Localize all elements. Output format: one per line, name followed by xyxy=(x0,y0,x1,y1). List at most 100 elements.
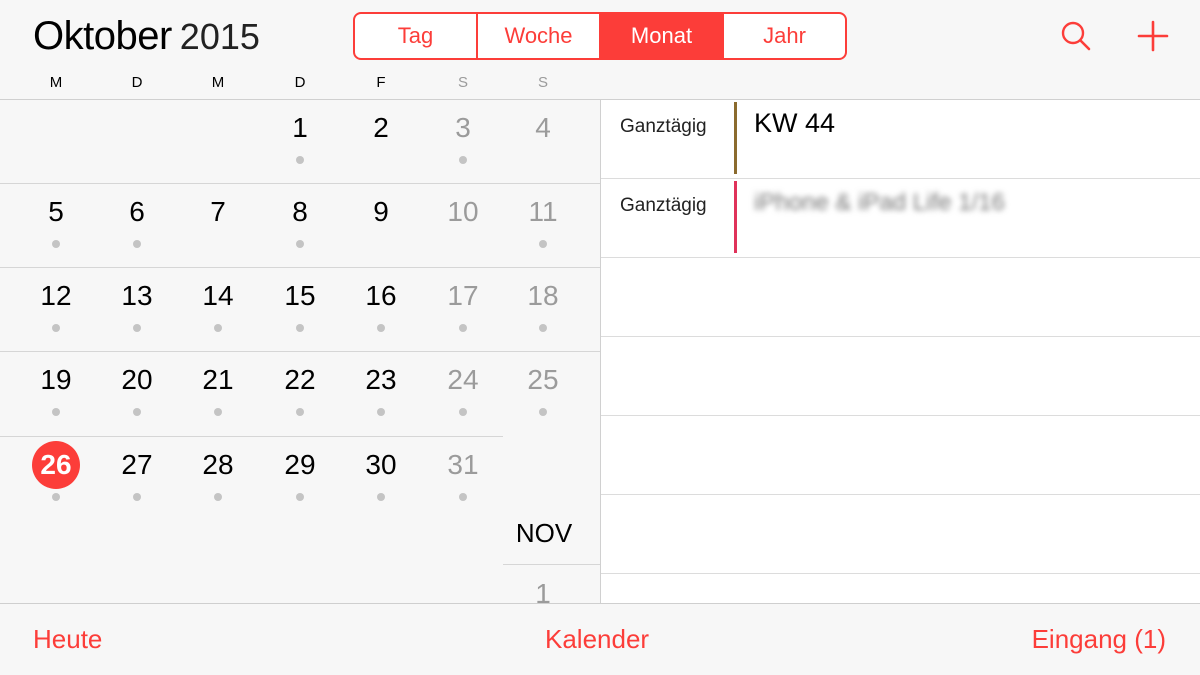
week-divider xyxy=(503,564,600,565)
add-event-button[interactable] xyxy=(1131,14,1175,58)
next-month-label: NOV xyxy=(515,518,573,548)
weekday-label: S xyxy=(457,74,468,91)
day-cell[interactable]: 20 xyxy=(97,352,177,436)
event-dot xyxy=(539,408,547,416)
weekday-label: S xyxy=(537,74,548,91)
day-number: 3 xyxy=(455,112,471,143)
day-number: 21 xyxy=(202,364,234,395)
calendars-button[interactable]: Kalender xyxy=(545,624,649,655)
day-cell[interactable]: 25 xyxy=(503,352,583,436)
event-dot xyxy=(296,493,304,501)
tab-year[interactable]: Jahr xyxy=(724,14,845,58)
event-dot xyxy=(377,408,385,416)
day-cell[interactable]: 27 xyxy=(97,437,177,521)
day-cell[interactable]: 11 xyxy=(503,184,583,268)
tab-month[interactable]: Monat xyxy=(601,14,724,58)
event-row[interactable]: Ganztägig iPhone & iPad Life 1/16 xyxy=(601,179,1200,258)
day-number: 15 xyxy=(284,280,316,311)
event-dot xyxy=(296,408,304,416)
view-switcher: Tag Woche Monat Jahr xyxy=(353,12,847,60)
day-cell[interactable]: 17 xyxy=(423,268,503,352)
day-number: 30 xyxy=(365,449,397,480)
title-year: 2015 xyxy=(179,16,260,57)
day-cell[interactable]: 13 xyxy=(97,268,177,352)
day-cell-today[interactable]: 26 xyxy=(16,437,96,521)
day-number: 12 xyxy=(40,280,72,311)
day-number: 18 xyxy=(527,280,559,311)
bottom-toolbar: Heute Kalender Eingang (1) xyxy=(0,603,1200,675)
day-cell[interactable]: 31 xyxy=(423,437,503,521)
event-dot xyxy=(377,324,385,332)
event-title: iPhone & iPad Life 1/16 xyxy=(754,189,1005,216)
day-cell[interactable]: 21 xyxy=(178,352,258,436)
tab-week[interactable]: Woche xyxy=(478,14,601,58)
day-cell[interactable]: 19 xyxy=(16,352,96,436)
event-title: KW 44 xyxy=(754,108,836,138)
all-day-label: Ganztägig xyxy=(620,195,707,216)
weekday-label: D xyxy=(294,74,306,91)
day-cell[interactable]: 16 xyxy=(341,268,421,352)
day-cell[interactable]: 10 xyxy=(423,184,503,268)
day-number: 14 xyxy=(202,280,234,311)
day-number: 26 xyxy=(32,441,80,489)
weekday-label: F xyxy=(376,74,386,91)
day-cell[interactable]: 18 xyxy=(503,268,583,352)
day-number: 24 xyxy=(447,364,479,395)
day-cell[interactable]: 2 xyxy=(341,100,421,184)
day-cell[interactable]: 4 xyxy=(503,100,583,184)
day-cell[interactable]: 30 xyxy=(341,437,421,521)
empty-row xyxy=(601,337,1200,416)
day-cell[interactable]: 14 xyxy=(178,268,258,352)
empty-row xyxy=(601,495,1200,574)
day-number: 19 xyxy=(40,364,72,395)
month-grid: 1 2 3 4 5 6 7 8 9 10 11 12 13 14 15 16 1… xyxy=(0,100,600,603)
event-dot xyxy=(133,324,141,332)
day-cell[interactable]: 23 xyxy=(341,352,421,436)
day-cell[interactable]: 1 xyxy=(503,566,583,603)
today-button[interactable]: Heute xyxy=(33,624,102,655)
event-dot xyxy=(133,493,141,501)
day-cell[interactable]: 12 xyxy=(16,268,96,352)
day-number: 1 xyxy=(292,112,308,143)
day-number: 31 xyxy=(447,449,479,480)
day-cell[interactable]: 24 xyxy=(423,352,503,436)
day-number: 20 xyxy=(121,364,153,395)
event-dot xyxy=(133,240,141,248)
day-cell[interactable]: 29 xyxy=(260,437,340,521)
day-number: 27 xyxy=(121,449,153,480)
day-number: 9 xyxy=(373,196,389,227)
event-dot xyxy=(539,240,547,248)
event-dot xyxy=(459,408,467,416)
tab-day[interactable]: Tag xyxy=(355,14,478,58)
event-dot xyxy=(133,408,141,416)
day-number: 28 xyxy=(202,449,234,480)
weekday-label: M xyxy=(211,74,225,91)
inbox-button[interactable]: Eingang (1) xyxy=(1032,624,1166,655)
event-dot xyxy=(52,493,60,501)
weekday-label: M xyxy=(49,74,63,91)
day-cell[interactable]: 8 xyxy=(260,184,340,268)
nav-header: Oktober 2015 Tag Woche Monat Jahr M D M D… xyxy=(0,0,1200,100)
weekday-label: D xyxy=(131,74,143,91)
day-number: 8 xyxy=(292,196,308,227)
event-dot xyxy=(52,324,60,332)
day-cell[interactable]: 3 xyxy=(423,100,503,184)
day-cell[interactable]: 22 xyxy=(260,352,340,436)
day-cell[interactable]: 9 xyxy=(341,184,421,268)
day-cell[interactable]: 1 xyxy=(260,100,340,184)
day-cell[interactable]: 15 xyxy=(260,268,340,352)
day-number: 4 xyxy=(535,112,551,143)
event-dot xyxy=(459,156,467,164)
day-number: 13 xyxy=(121,280,153,311)
day-number: 25 xyxy=(527,364,559,395)
day-cell[interactable]: 7 xyxy=(178,184,258,268)
day-cell[interactable]: 5 xyxy=(16,184,96,268)
event-row[interactable]: Ganztägig KW 44 xyxy=(601,100,1200,179)
event-dot xyxy=(214,324,222,332)
day-number: 7 xyxy=(210,196,226,227)
search-button[interactable] xyxy=(1054,14,1098,58)
plus-icon xyxy=(1137,20,1169,52)
day-cell[interactable]: 28 xyxy=(178,437,258,521)
day-cell[interactable]: 6 xyxy=(97,184,177,268)
weekday-header: M D M D F S S xyxy=(0,74,600,98)
